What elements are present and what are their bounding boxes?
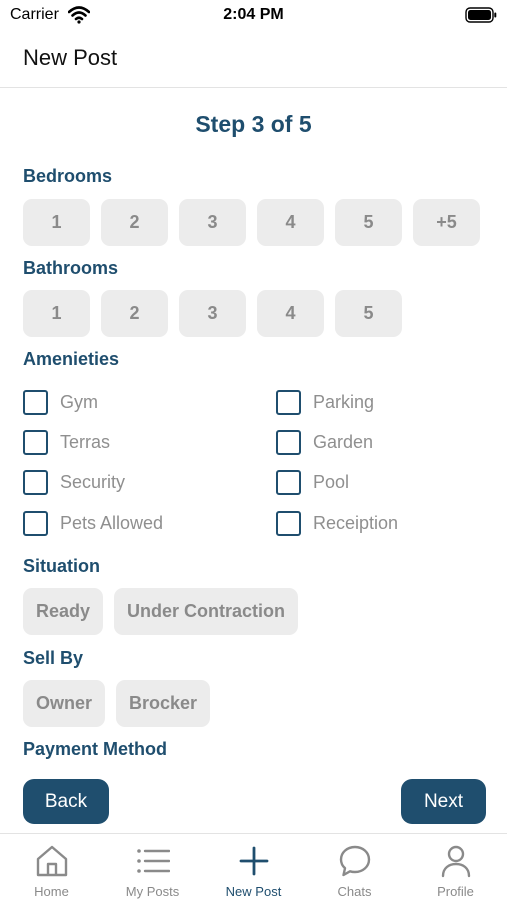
amenity-label: Pets Allowed: [60, 513, 164, 533]
checkbox[interactable]: [23, 511, 48, 536]
amenity-label: Garden: [313, 432, 374, 452]
bedrooms-option-more[interactable]: +5: [413, 199, 480, 246]
situation-options: Ready Under Contraction: [23, 588, 299, 635]
tab-profile[interactable]: Profile: [405, 834, 506, 900]
situation-option-under-contraction[interactable]: Under Contraction: [114, 588, 299, 635]
amenity-security[interactable]: Security: [23, 470, 125, 495]
sell-by-option-owner[interactable]: Owner: [23, 680, 106, 727]
bedrooms-option-4[interactable]: 4: [257, 199, 324, 246]
amenity-label: Security: [60, 472, 126, 492]
checkbox[interactable]: [23, 390, 48, 415]
page-title: New Post: [23, 45, 118, 70]
checkbox[interactable]: [276, 390, 301, 415]
battery-icon: [465, 7, 497, 23]
checkbox[interactable]: [276, 470, 301, 495]
home-icon: [36, 845, 68, 877]
amenity-gym[interactable]: Gym: [23, 390, 98, 415]
bathrooms-options: 1 2 3 4 5: [23, 290, 402, 337]
situation-option-ready[interactable]: Ready: [23, 588, 104, 635]
chat-bubble-icon: [339, 845, 371, 877]
amenity-label: Pool: [313, 472, 350, 492]
amenity-label: Gym: [60, 392, 98, 412]
status-time: 2:04 PM: [223, 6, 284, 23]
person-icon: [441, 845, 471, 878]
amenity-label: Terras: [60, 432, 111, 452]
tab-label: New Post: [225, 884, 282, 899]
bathrooms-label: Bathrooms: [23, 258, 119, 278]
amenity-parking[interactable]: Parking: [276, 390, 374, 415]
tab-my-posts[interactable]: My Posts: [102, 834, 203, 900]
amenity-reception[interactable]: Receiption: [276, 511, 398, 536]
navigation-header: New Post: [0, 32, 507, 88]
amenity-terras[interactable]: Terras: [23, 430, 110, 455]
checkbox[interactable]: [276, 511, 301, 536]
checkbox[interactable]: [276, 430, 301, 455]
bathrooms-option-2[interactable]: 2: [101, 290, 168, 337]
amenity-label: Receiption: [313, 513, 399, 533]
payment-method-label: Payment Method: [23, 739, 168, 759]
bedrooms-options: 1 2 3 4 5 +5: [23, 199, 480, 246]
bathrooms-option-5[interactable]: 5: [335, 290, 402, 337]
tab-label: Chats: [337, 884, 372, 899]
bedrooms-option-3[interactable]: 3: [179, 199, 246, 246]
sell-by-option-brocker[interactable]: Brocker: [116, 680, 211, 727]
sell-by-label: Sell By: [23, 648, 84, 668]
tab-label: Profile: [437, 884, 474, 899]
checkbox[interactable]: [23, 470, 48, 495]
situation-label: Situation: [23, 556, 100, 576]
list-icon: [137, 849, 170, 873]
tab-chats[interactable]: Chats: [304, 834, 405, 900]
bedrooms-option-5[interactable]: 5: [335, 199, 402, 246]
bedrooms-label: Bedrooms: [23, 166, 113, 186]
tab-home[interactable]: Home: [1, 834, 102, 900]
amenity-pets-allowed[interactable]: Pets Allowed: [23, 511, 163, 536]
bedrooms-option-1[interactable]: 1: [23, 199, 90, 246]
bathrooms-option-3[interactable]: 3: [179, 290, 246, 337]
plus-icon: [239, 846, 269, 876]
amenity-pool[interactable]: Pool: [276, 470, 349, 495]
step-indicator: Step 3 of 5: [195, 111, 312, 137]
sell-by-options: Owner Brocker: [23, 680, 211, 727]
bathrooms-option-4[interactable]: 4: [257, 290, 324, 337]
next-button[interactable]: Next: [401, 779, 486, 824]
tab-bar: Home My Posts New Post Chats Profile: [0, 833, 507, 900]
bedrooms-option-2[interactable]: 2: [101, 199, 168, 246]
amenity-garden[interactable]: Garden: [276, 430, 373, 455]
amenities-label: Amenieties: [23, 349, 120, 369]
tab-new-post[interactable]: New Post: [203, 834, 304, 900]
back-button[interactable]: Back: [23, 779, 109, 824]
status-bar: Carrier 2:04 PM: [0, 0, 507, 32]
tab-label: My Posts: [125, 884, 180, 899]
amenity-label: Parking: [313, 392, 375, 412]
checkbox[interactable]: [23, 430, 48, 455]
bathrooms-option-1[interactable]: 1: [23, 290, 90, 337]
tab-label: Home: [34, 884, 69, 899]
